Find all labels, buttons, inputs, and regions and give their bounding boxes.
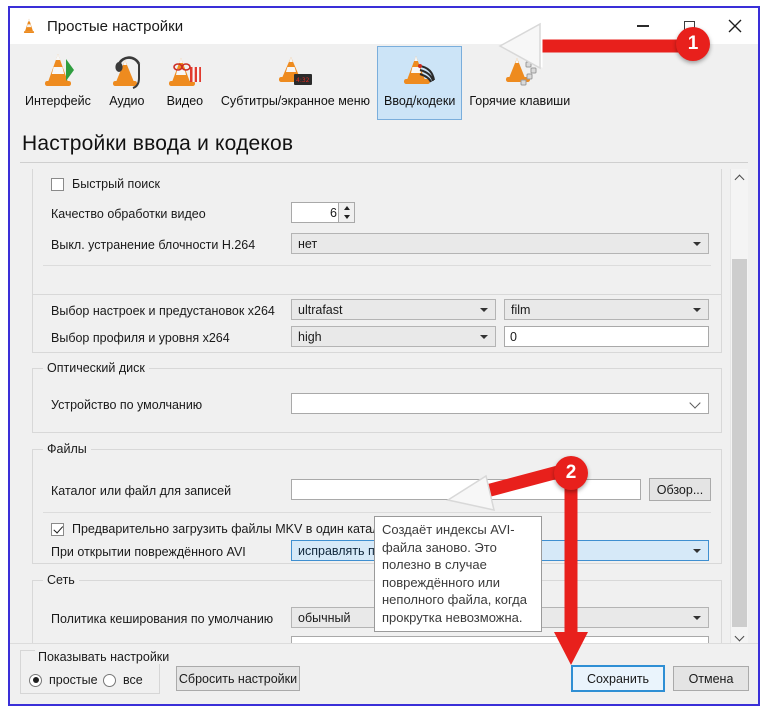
vlc-cone-subtitles-icon: 4:32 [273,50,317,92]
vlc-cone-keyboard-icon [498,50,542,92]
annotation-badge-1: 1 [676,27,710,61]
x264-preset-label: Выбор настроек и предустановок x264 [51,304,275,318]
tab-input-codecs[interactable]: Ввод/кодеки [377,46,463,120]
close-icon [728,19,742,33]
spinner-down-icon[interactable] [339,213,354,223]
radio-dot [29,673,42,687]
x264-profile-combo[interactable]: high [291,326,496,347]
preload-mkv-checkbox[interactable]: Предварительно загрузить файлы MKV в оди… [51,522,391,536]
tab-label: Субтитры/экранное меню [220,94,371,108]
h264-deblocking-combo[interactable]: нет [291,233,709,254]
spinner-up-icon[interactable] [339,203,354,213]
vlc-cone-headphones-icon [105,50,149,92]
record-dir-field[interactable] [291,479,641,500]
vlc-cone-interface-icon [36,50,80,92]
codecs-divider [43,265,711,266]
chevron-down-icon [734,631,745,641]
tab-label: Горячие клавиши [469,94,571,108]
chevron-down-icon [693,615,701,620]
browse-button[interactable]: Обзор... [649,478,711,501]
chevron-down-icon [480,334,488,339]
group-optical-disc: Оптический диск Устройство по умолчанию [32,361,722,433]
title-bar: Простые настройки [10,8,758,44]
x264-tune-value: film [511,302,531,317]
chevron-down-icon [689,396,701,409]
default-device-combo[interactable] [291,393,709,414]
files-divider [43,512,711,513]
settings-window: Простые настройки Интерфейс Аудио Видео … [8,6,760,706]
save-button[interactable]: Сохранить [571,665,665,692]
mode-simple-label: простые [49,673,98,687]
chevron-up-icon [734,174,745,184]
mode-all-label: все [123,673,143,687]
group-x264: Выбор настроек и предустановок x264 ultr… [32,295,722,353]
title-bar-left: Простые настройки [10,17,183,35]
video-quality-label: Качество обработки видео [51,207,206,221]
tab-interface[interactable]: Интерфейс [18,46,98,120]
window-title: Простые настройки [47,17,184,35]
radio-dot [103,673,116,687]
vertical-scrollbar[interactable] [730,169,748,646]
avi-repair-tooltip: Создаёт индексы AVI-файла заново. Это по… [374,516,542,632]
tab-hotkeys[interactable]: Горячие клавиши [462,46,577,120]
scrollbar-thumb[interactable] [732,259,747,627]
video-quality-value: 6 [330,205,337,220]
heading-divider [20,162,748,163]
page-title: Настройки ввода и кодеков [22,132,294,155]
default-device-label: Устройство по умолчанию [51,398,203,412]
caching-policy-value: обычный [298,610,351,625]
caching-policy-label: Политика кеширования по умолчанию [51,612,274,626]
tab-label: Аудио [109,94,145,108]
tab-audio[interactable]: Аудио [98,46,156,120]
group-codecs: Быстрый поиск Качество обработки видео 6… [32,169,722,295]
vlc-cone-cables-icon [398,50,442,92]
damaged-avi-label: При открытии повреждённого AVI [51,545,246,559]
x264-preset-value: ultrafast [298,302,343,317]
mode-all-radio[interactable]: все [103,673,143,687]
chevron-down-icon [693,307,701,312]
video-quality-spinner[interactable]: 6 [291,202,355,223]
chevron-down-icon [693,548,701,553]
tab-label: Видео [166,94,204,108]
checkbox-box [51,522,64,536]
x264-preset-combo[interactable]: ultrafast [291,299,496,320]
chevron-down-icon [693,241,701,246]
mode-simple-radio[interactable]: простые [29,673,98,687]
show-settings-group: Показывать настройки простые все [20,650,173,694]
fast-seek-checkbox[interactable]: Быстрый поиск [51,177,160,191]
reset-settings-button[interactable]: Сбросить настройки [176,666,300,691]
x264-level-value: 0 [510,329,517,344]
spinner-buttons[interactable] [338,203,354,222]
cancel-button[interactable]: Отмена [673,666,749,691]
dialog-footer: Показывать настройки простые все Сбросит… [10,643,758,704]
vlc-cone-icon [23,18,35,33]
tab-video[interactable]: Видео [156,46,214,120]
scroll-up-button[interactable] [731,169,748,186]
h264-deblocking-value: нет [298,236,318,251]
annotation-badge-2: 2 [554,456,588,490]
x264-profile-value: high [298,329,322,344]
x264-tune-combo[interactable]: film [504,299,709,320]
x264-profile-label: Выбор профиля и уровня x264 [51,331,230,345]
minimize-button[interactable] [620,8,666,44]
settings-toolbar: Интерфейс Аудио Видео 4:32 Субтитры/экра… [10,44,758,130]
show-settings-label: Показывать настройки [35,650,173,664]
fast-seek-label: Быстрый поиск [72,177,160,191]
network-title: Сеть [43,573,79,587]
svg-text:4:32: 4:32 [296,77,310,84]
h264-deblocking-label: Выкл. устранение блочности H.264 [51,238,256,252]
tab-label: Интерфейс [25,94,91,108]
files-title: Файлы [43,442,91,456]
record-dir-label: Каталог или файл для записей [51,484,232,498]
preload-mkv-label: Предварительно загрузить файлы MKV в оди… [72,522,392,536]
tab-label: Ввод/кодеки [384,94,456,108]
tab-subtitles[interactable]: 4:32 Субтитры/экранное меню [214,46,377,120]
chevron-down-icon [480,307,488,312]
checkbox-box [51,177,64,191]
x264-level-field[interactable]: 0 [504,326,709,347]
vlc-cone-video-icon [163,50,207,92]
optical-disc-title: Оптический диск [43,361,149,375]
close-button[interactable] [712,8,758,44]
